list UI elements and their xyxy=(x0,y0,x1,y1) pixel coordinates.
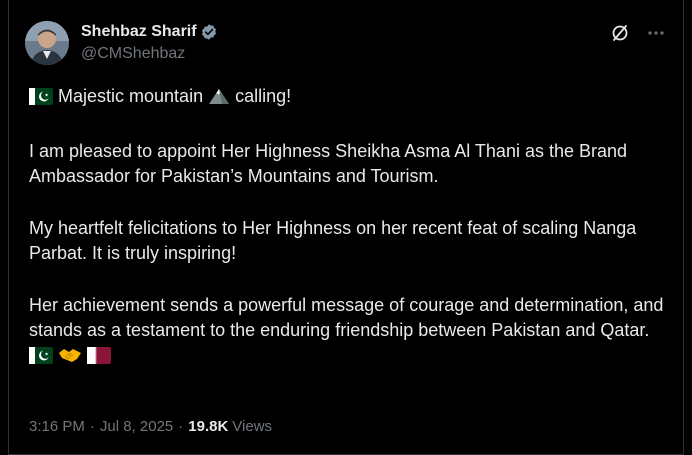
tweet-card[interactable]: Shehbaz Sharif @CMShehbaz Majestic mount… xyxy=(8,0,684,455)
tweet-time[interactable]: 3:16 PM xyxy=(29,418,85,435)
handshake-icon xyxy=(58,346,82,371)
qatar-flag-icon xyxy=(87,346,112,371)
grok-icon[interactable] xyxy=(609,22,631,44)
mountain-icon xyxy=(208,87,230,112)
emoji-row xyxy=(29,343,665,371)
verified-badge-icon[interactable] xyxy=(200,23,218,41)
header-actions xyxy=(609,22,667,44)
separator: · xyxy=(178,418,184,435)
tweet-text: Majestic mountain calling! I am pleased … xyxy=(29,84,665,371)
pakistan-flag-icon xyxy=(29,346,53,371)
tweet-date[interactable]: Jul 8, 2025 xyxy=(100,418,173,435)
more-icon[interactable] xyxy=(645,22,667,44)
author-names: Shehbaz Sharif @CMShehbaz xyxy=(81,22,218,63)
avatar[interactable] xyxy=(25,21,69,65)
tweet-header: Shehbaz Sharif @CMShehbaz xyxy=(25,18,667,66)
pakistan-flag-icon xyxy=(29,87,53,112)
tweet-paragraph-2: I am pleased to appoint Her Highness She… xyxy=(29,141,628,186)
tweet-paragraph-3: My heartfelt felicitations to Her Highne… xyxy=(29,218,637,263)
views-count[interactable]: 19.8K xyxy=(188,418,228,435)
handle[interactable]: @CMShehbaz xyxy=(81,45,218,63)
tweet-line-1-suffix: calling! xyxy=(235,86,292,106)
separator: · xyxy=(89,418,95,435)
tweet-line-1: Majestic mountain calling! xyxy=(29,84,665,112)
tweet-meta: 3:16 PM · Jul 8, 2025 · 19.8K Views xyxy=(29,418,272,435)
display-name[interactable]: Shehbaz Sharif xyxy=(81,23,197,41)
tweet-paragraph-4: Her achievement sends a powerful message… xyxy=(29,295,664,340)
tweet-line-1-text: Majestic mountain xyxy=(58,86,204,106)
views-label: Views xyxy=(232,418,273,435)
